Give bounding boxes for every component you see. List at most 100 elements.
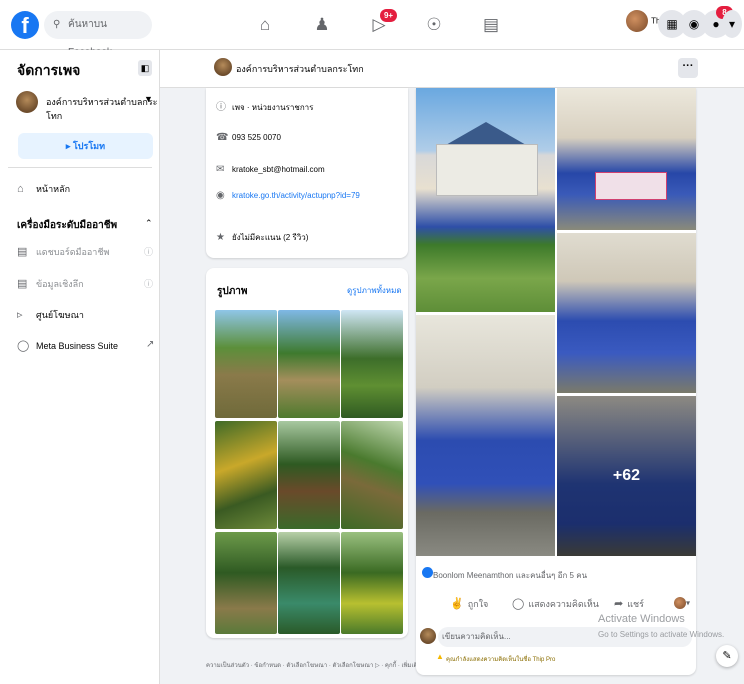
photo-thumbnail[interactable] [215, 310, 277, 418]
chevron-up-icon[interactable]: ⌃ [145, 218, 153, 229]
comment-label: แสดงความคิดเห็น [528, 599, 599, 609]
photo-thumbnail[interactable] [341, 532, 403, 634]
photo-thumbnail[interactable] [341, 310, 403, 418]
sidebar-title: จัดการเพจ [17, 62, 81, 78]
video-badge: 9+ [380, 9, 397, 22]
sidebar-item-insights[interactable]: ▤ ข้อมูลเชิงลึก [17, 277, 84, 291]
post-as-selector[interactable]: ▾ [674, 597, 690, 609]
share-icon: ➦ [614, 598, 624, 610]
intro-row-phone[interactable]: ☎ 093 525 0070 [216, 132, 281, 143]
share-label: แชร์ [627, 599, 644, 609]
more-photos-overlay[interactable]: +62 [557, 396, 696, 556]
page-header: องค์การบริหารส่วนตำบลกระโทก ··· [160, 50, 744, 88]
banner [595, 172, 667, 200]
intro-text: เพจ · หน่วยงานราชการ [232, 103, 314, 112]
like-label: ถูกใจ [467, 599, 489, 609]
post-photo[interactable] [557, 233, 696, 393]
intro-text: 093 525 0070 [232, 133, 281, 142]
more-options-button[interactable]: ··· [678, 58, 698, 78]
page-avatar[interactable] [214, 58, 232, 76]
see-all-photos-link[interactable]: ดูรูปภาพทั้งหมด [347, 284, 402, 297]
promote-label: โปรโมท [72, 141, 106, 151]
comment-identity-notice: คุณกำลังแสดงความคิดเห็นในชื่อ Thip Pro [446, 657, 556, 663]
search-icon: ⚲ [53, 19, 61, 30]
star-icon: ★ [216, 232, 225, 243]
intro-row-category: ⓘ เพจ · หน่วยงานราชการ [216, 98, 313, 114]
email-icon: ✉ [216, 164, 225, 175]
intro-text: ยังไม่มีคะแนน (2 รีวิว) [232, 233, 309, 242]
section-title: เครื่องมือระดับมืออาชีพ [17, 220, 118, 231]
commenter-avatar [420, 628, 436, 644]
megaphone-icon: ▸ [65, 141, 71, 151]
post-photo[interactable] [557, 88, 696, 230]
sidebar-item-meta-business-suite[interactable]: ◯ Meta Business Suite [17, 339, 118, 352]
divider [8, 167, 152, 168]
photo-thumbnail[interactable] [341, 421, 403, 529]
video-icon[interactable]: ▷ 9+ [366, 9, 397, 38]
groups-icon[interactable]: ☉ [421, 12, 447, 38]
megaphone-icon: ▹ [17, 309, 23, 321]
layout-toggle-icon[interactable]: ◧ [138, 60, 152, 76]
promote-button[interactable]: ▸ โปรโมท [18, 133, 153, 159]
photos-card: รูปภาพ ดูรูปภาพทั้งหมด [206, 268, 408, 638]
photo-thumbnail[interactable] [215, 421, 277, 529]
gaming-icon[interactable]: ▤ [478, 12, 504, 38]
intro-row-email[interactable]: ✉ kratoke_sbt@hotmail.com [216, 164, 325, 175]
new-message-icon[interactable]: ✎ [716, 645, 738, 667]
photo-thumbnail[interactable] [278, 532, 340, 634]
thumbs-up-icon: ✌ [450, 598, 464, 610]
page-title[interactable]: องค์การบริหารส่วนตำบลกระโทก [236, 62, 364, 76]
building-facade [436, 144, 538, 196]
comment-button[interactable]: ◯ แสดงความคิดเห็น [512, 597, 599, 611]
home-icon: ⌂ [17, 183, 24, 195]
home-icon[interactable]: ⌂ [252, 12, 278, 38]
sidebar-item-label: แดชบอร์ดมืออาชีพ [36, 247, 110, 257]
sidebar-item-label: ศูนย์โฆษณา [36, 310, 84, 320]
intro-text: kratoke.go.th/activity/actupnp?id=79 [232, 191, 360, 200]
comment-icon: ◯ [512, 598, 525, 610]
search-input[interactable]: ⚲ ค้นหาบน Facebook [44, 11, 152, 58]
sidebar-item-dashboard[interactable]: ▤ แดชบอร์ดมืออาชีพ [17, 245, 109, 259]
phone-icon: ☎ [216, 132, 229, 143]
intro-text: kratoke_sbt@hotmail.com [232, 165, 325, 174]
external-link-icon: ↗ [146, 339, 155, 350]
info-icon[interactable]: ⓘ [144, 277, 153, 290]
dashboard-icon: ▤ [17, 246, 28, 258]
sidebar-item-home[interactable]: ⌂ หน้าหลัก [17, 182, 70, 196]
share-button[interactable]: ➦ แชร์ [614, 597, 644, 611]
sidebar-item-label: Meta Business Suite [36, 341, 119, 351]
left-sidebar: จัดการเพจ ◧ องค์การบริหารส่วนตำบลกระโทก … [0, 50, 160, 684]
photo-thumbnail[interactable] [278, 421, 340, 529]
facebook-logo-icon[interactable]: f [11, 11, 39, 39]
intro-row-website[interactable]: ◉ kratoke.go.th/activity/actupnp?id=79 [216, 190, 360, 201]
building-roof [447, 122, 525, 144]
friends-icon[interactable]: ♟ [309, 12, 335, 38]
reactions-summary[interactable]: Boonlom Meenamthon และคนอื่นๆ อีก 5 คน [433, 569, 587, 582]
intro-card: ⓘ เพจ · หน่วยงานราชการ ☎ 093 525 0070 ✉ kra… [206, 88, 408, 258]
photo-thumbnail[interactable] [278, 310, 340, 418]
post-photo[interactable] [416, 315, 555, 556]
sidebar-item-ad-center[interactable]: ▹ ศูนย์โฆษณา [17, 308, 84, 322]
page-avatar[interactable] [16, 91, 38, 113]
insights-icon: ▤ [17, 278, 28, 290]
warning-icon: ▲ [436, 652, 444, 661]
caret-down-icon[interactable]: ▼ [144, 94, 153, 104]
post-photo[interactable] [416, 88, 555, 312]
info-icon: ⓘ [216, 102, 226, 113]
activate-windows-watermark: Activate Windows [598, 613, 685, 625]
photo-thumbnail[interactable] [215, 532, 277, 634]
chevron-down-icon: ▾ [686, 598, 691, 608]
meta-suite-icon: ◯ [17, 340, 30, 352]
page-switcher-name[interactable]: องค์การบริหารส่วนตำบลกระโทก [46, 95, 159, 123]
intro-row-rating[interactable]: ★ ยังไม่มีคะแนน (2 รีวิว) [216, 231, 308, 244]
top-navigation-bar: f ⚲ ค้นหาบน Facebook ⌂ ♟ ▷ 9+ ☉ ▤ Thip ▦… [0, 0, 744, 58]
sidebar-item-label: ข้อมูลเชิงลึก [36, 279, 84, 289]
account-chevron-icon[interactable]: ▾ [722, 10, 742, 38]
sidebar-item-label: หน้าหลัก [36, 184, 71, 194]
like-button[interactable]: ✌ ถูกใจ [450, 597, 488, 611]
globe-icon: ◉ [216, 190, 225, 201]
info-icon[interactable]: ⓘ [144, 245, 153, 258]
photos-title: รูปภาพ [217, 286, 248, 297]
avatar [674, 597, 686, 609]
activate-windows-subtext: Go to Settings to activate Windows. [598, 630, 725, 639]
